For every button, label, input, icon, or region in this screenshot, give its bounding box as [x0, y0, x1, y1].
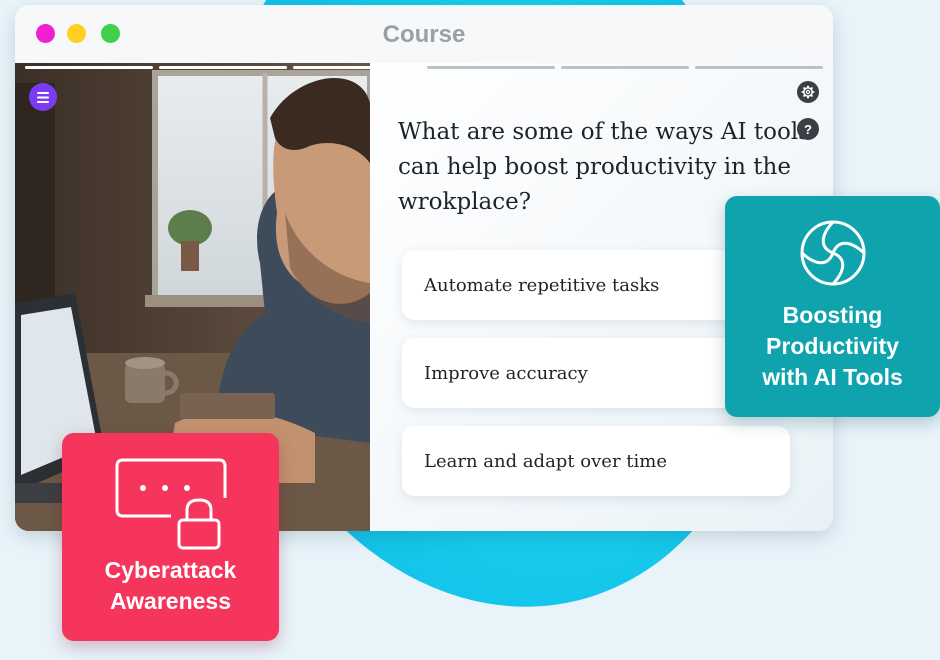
course-card-boosting-productivity[interactable]: Boosting Productivity with AI Tools: [725, 196, 940, 417]
answer-label: Automate repetitive tasks: [424, 274, 660, 296]
course-progress-bar: [15, 66, 833, 70]
progress-segment: [561, 66, 689, 69]
help-icon: ?: [804, 121, 812, 137]
password-lock-icon: [115, 458, 227, 550]
window-title: Course: [382, 21, 466, 48]
card-title-line: Awareness: [109, 588, 232, 614]
card-title-line: Boosting: [782, 302, 883, 328]
progress-segment: [159, 66, 287, 69]
answer-option[interactable]: Learn and adapt over time: [402, 426, 790, 496]
help-button[interactable]: ?: [797, 118, 819, 140]
progress-segment: [25, 66, 153, 69]
progress-segment: [695, 66, 823, 69]
gear-icon: [801, 85, 815, 99]
menu-button[interactable]: [29, 83, 57, 111]
answer-label: Learn and adapt over time: [424, 450, 667, 472]
course-card-cyberattack-awareness[interactable]: Cyberattack Awareness: [62, 433, 279, 641]
menu-icon: [37, 91, 49, 103]
settings-button[interactable]: [797, 81, 819, 103]
aperture-icon: [800, 220, 866, 286]
card-title-line: Cyberattack: [104, 557, 237, 583]
card-title-line: Productivity: [766, 333, 899, 359]
card-title-line: with AI Tools: [762, 364, 903, 390]
answer-label: Improve accuracy: [424, 362, 588, 384]
progress-segment: [427, 66, 555, 69]
progress-segment: [293, 66, 421, 69]
title-bar: Course: [15, 5, 833, 63]
